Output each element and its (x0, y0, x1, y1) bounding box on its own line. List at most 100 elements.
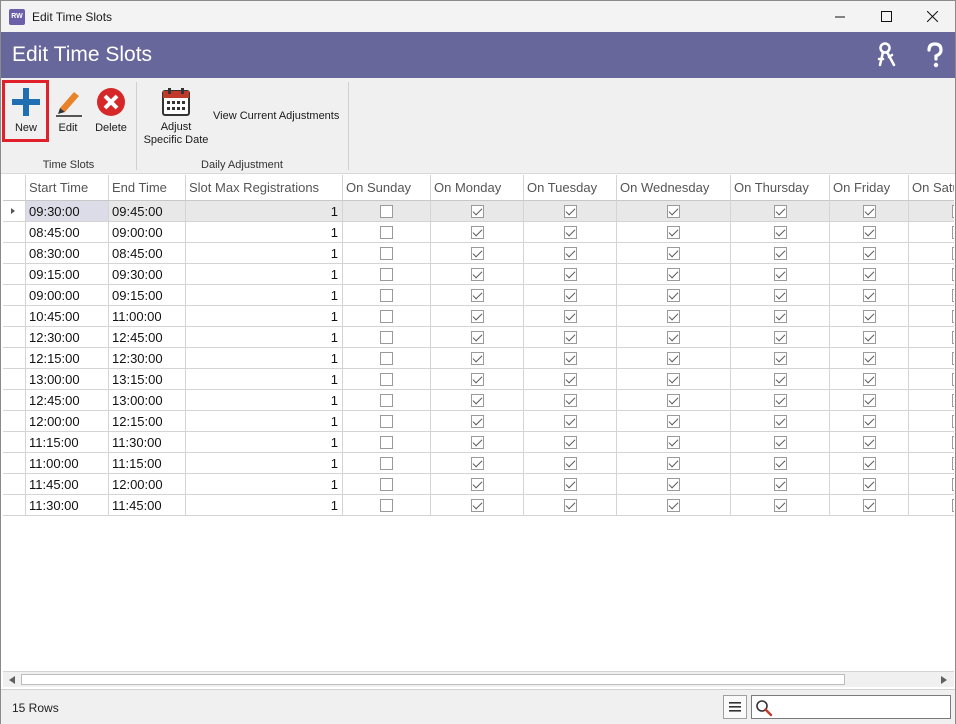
menu-button[interactable] (723, 695, 747, 719)
column-header-on-friday[interactable]: On Friday (830, 175, 909, 201)
day-checkbox[interactable] (774, 352, 787, 365)
row-selector[interactable] (3, 327, 26, 348)
start-time-cell[interactable]: 09:30:00 (26, 201, 109, 222)
day-checkbox[interactable] (863, 310, 876, 323)
day-checkbox[interactable] (774, 478, 787, 491)
day-checkbox[interactable] (380, 268, 393, 281)
time-slots-grid[interactable]: Start Time End Time Slot Max Registrations… (3, 175, 954, 671)
day-checkbox[interactable] (667, 478, 680, 491)
day-checkbox[interactable] (863, 373, 876, 386)
day-checkbox[interactable] (863, 247, 876, 260)
day-checkbox[interactable] (667, 310, 680, 323)
max-registrations-cell[interactable]: 1 (186, 453, 343, 474)
day-checkbox[interactable] (564, 499, 577, 512)
day-checkbox[interactable] (774, 373, 787, 386)
max-registrations-cell[interactable]: 1 (186, 495, 343, 516)
row-selector[interactable] (3, 264, 26, 285)
start-time-cell[interactable]: 09:00:00 (26, 285, 109, 306)
day-checkbox[interactable] (667, 226, 680, 239)
day-checkbox[interactable] (667, 499, 680, 512)
day-checkbox[interactable] (380, 499, 393, 512)
row-selector[interactable] (3, 369, 26, 390)
day-checkbox[interactable] (774, 289, 787, 302)
day-checkbox[interactable] (952, 205, 954, 218)
close-button[interactable] (909, 1, 955, 32)
day-checkbox[interactable] (952, 352, 954, 365)
table-row[interactable]: 13:00:00 13:15:00 1 (3, 369, 954, 390)
row-selector[interactable] (3, 474, 26, 495)
day-checkbox[interactable] (952, 478, 954, 491)
row-selector[interactable] (3, 390, 26, 411)
day-checkbox[interactable] (952, 499, 954, 512)
day-checkbox[interactable] (471, 373, 484, 386)
max-registrations-cell[interactable]: 1 (186, 306, 343, 327)
day-checkbox[interactable] (952, 331, 954, 344)
table-row[interactable]: 09:30:00 09:45:00 1 (3, 201, 954, 222)
column-header-slot-max-registrations[interactable]: Slot Max Registrations (186, 175, 343, 201)
column-header-on-wednesday[interactable]: On Wednesday (617, 175, 731, 201)
day-checkbox[interactable] (564, 457, 577, 470)
day-checkbox[interactable] (952, 226, 954, 239)
new-button[interactable]: New (7, 86, 45, 134)
start-time-cell[interactable]: 11:30:00 (26, 495, 109, 516)
max-registrations-cell[interactable]: 1 (186, 369, 343, 390)
day-checkbox[interactable] (667, 415, 680, 428)
day-checkbox[interactable] (471, 352, 484, 365)
minimize-button[interactable] (817, 1, 863, 32)
max-registrations-cell[interactable]: 1 (186, 285, 343, 306)
day-checkbox[interactable] (774, 268, 787, 281)
day-checkbox[interactable] (564, 352, 577, 365)
day-checkbox[interactable] (667, 205, 680, 218)
table-row[interactable]: 11:45:00 12:00:00 1 (3, 474, 954, 495)
day-checkbox[interactable] (667, 394, 680, 407)
day-checkbox[interactable] (380, 394, 393, 407)
day-checkbox[interactable] (863, 436, 876, 449)
search-input[interactable] (776, 698, 946, 716)
day-checkbox[interactable] (863, 352, 876, 365)
row-selector[interactable] (3, 285, 26, 306)
table-row[interactable]: 12:15:00 12:30:00 1 (3, 348, 954, 369)
day-checkbox[interactable] (564, 289, 577, 302)
day-checkbox[interactable] (564, 226, 577, 239)
max-registrations-cell[interactable]: 1 (186, 432, 343, 453)
table-row[interactable]: 11:30:00 11:45:00 1 (3, 495, 954, 516)
day-checkbox[interactable] (863, 289, 876, 302)
keys-icon[interactable] (874, 41, 902, 69)
end-time-cell[interactable]: 13:00:00 (109, 390, 186, 411)
day-checkbox[interactable] (471, 499, 484, 512)
column-header-on-thursday[interactable]: On Thursday (731, 175, 830, 201)
day-checkbox[interactable] (774, 499, 787, 512)
start-time-cell[interactable]: 10:45:00 (26, 306, 109, 327)
day-checkbox[interactable] (774, 415, 787, 428)
day-checkbox[interactable] (667, 331, 680, 344)
start-time-cell[interactable]: 12:45:00 (26, 390, 109, 411)
day-checkbox[interactable] (380, 373, 393, 386)
horizontal-scrollbar[interactable] (3, 671, 954, 687)
day-checkbox[interactable] (774, 394, 787, 407)
day-checkbox[interactable] (564, 205, 577, 218)
day-checkbox[interactable] (863, 205, 876, 218)
row-selector[interactable] (3, 306, 26, 327)
adjust-specific-date-button[interactable]: Adjust Specific Date (141, 86, 211, 147)
day-checkbox[interactable] (380, 289, 393, 302)
day-checkbox[interactable] (667, 268, 680, 281)
day-checkbox[interactable] (471, 331, 484, 344)
day-checkbox[interactable] (952, 394, 954, 407)
day-checkbox[interactable] (952, 436, 954, 449)
day-checkbox[interactable] (667, 352, 680, 365)
table-row[interactable]: 11:15:00 11:30:00 1 (3, 432, 954, 453)
day-checkbox[interactable] (774, 310, 787, 323)
day-checkbox[interactable] (863, 499, 876, 512)
table-row[interactable]: 09:15:00 09:30:00 1 (3, 264, 954, 285)
row-selector[interactable] (3, 453, 26, 474)
start-time-cell[interactable]: 08:45:00 (26, 222, 109, 243)
day-checkbox[interactable] (564, 247, 577, 260)
day-checkbox[interactable] (380, 457, 393, 470)
table-row[interactable]: 11:00:00 11:15:00 1 (3, 453, 954, 474)
day-checkbox[interactable] (380, 352, 393, 365)
day-checkbox[interactable] (564, 373, 577, 386)
start-time-cell[interactable]: 11:45:00 (26, 474, 109, 495)
row-selector[interactable] (3, 243, 26, 264)
table-row[interactable]: 09:00:00 09:15:00 1 (3, 285, 954, 306)
day-checkbox[interactable] (952, 289, 954, 302)
